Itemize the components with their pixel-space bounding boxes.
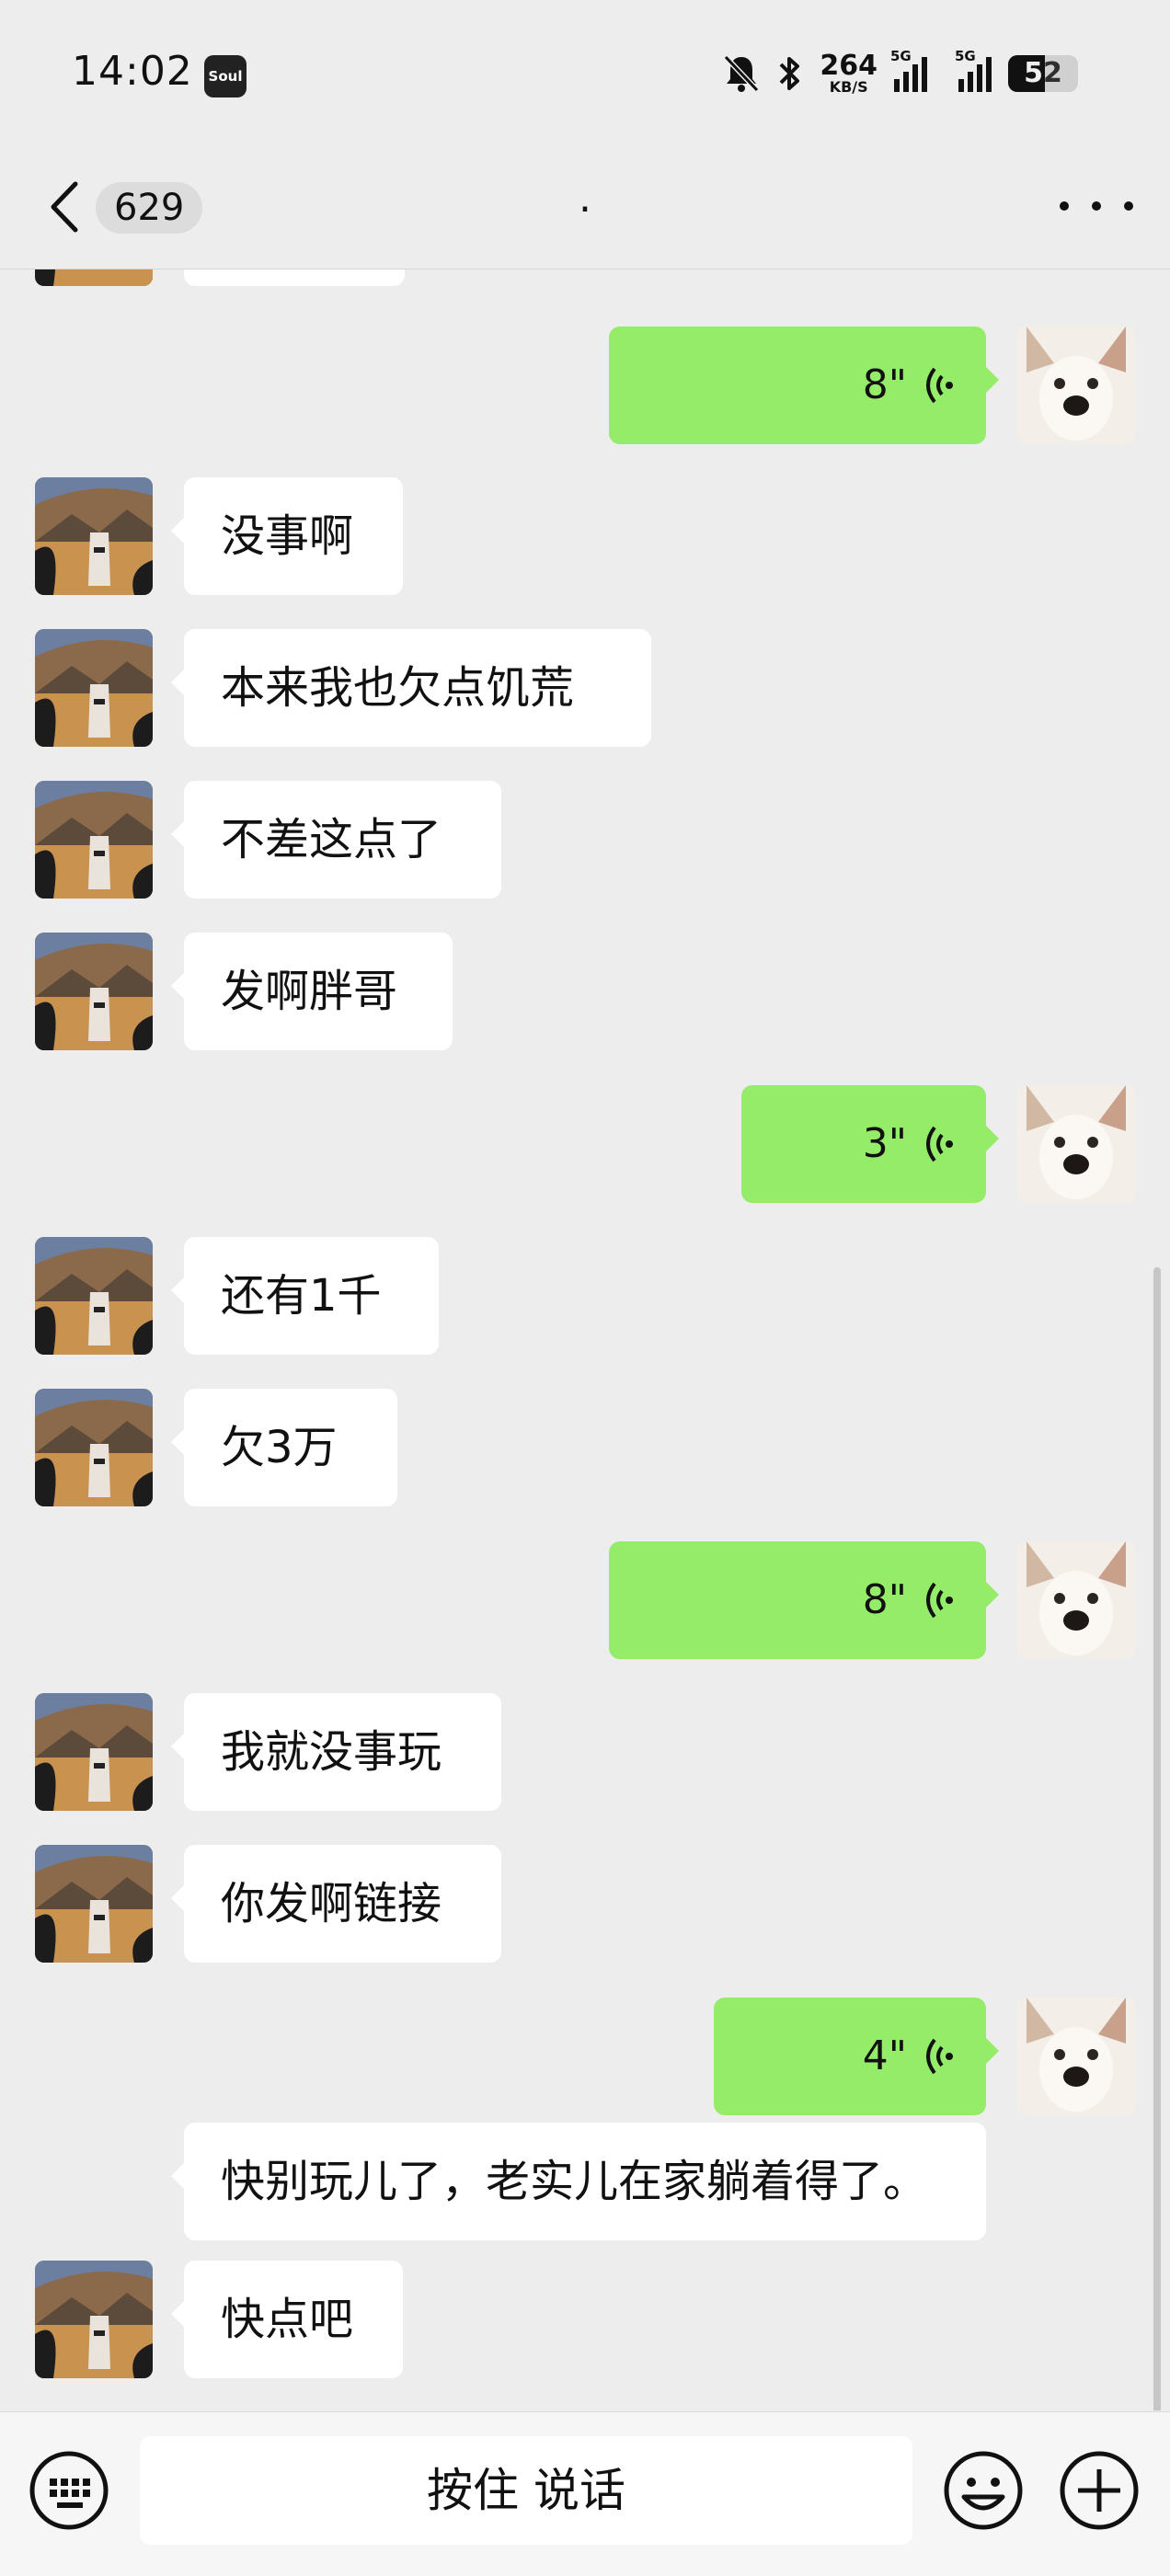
contact-avatar[interactable] — [35, 781, 153, 899]
plus-icon[interactable] — [1058, 2449, 1141, 2532]
outgoing-voice-bubble[interactable]: 3" — [741, 1085, 999, 1203]
contact-avatar[interactable] — [35, 2261, 153, 2378]
voice-duration: 4" — [862, 2032, 907, 2079]
battery-icon: 52 — [1008, 55, 1078, 92]
message-list[interactable]: 8" 没事啊本来我也欠点饥荒 不差这点了发啊胖哥 3" 还有1千欠3万 8" 我就没事玩你… — [0, 269, 1170, 2410]
more-options-icon[interactable] — [1060, 188, 1133, 224]
keyboard-icon[interactable] — [28, 2449, 110, 2532]
outgoing-voice-bubble[interactable]: 8" — [609, 1541, 999, 1659]
contact-avatar[interactable] — [35, 933, 153, 1050]
mute-bell-icon — [724, 54, 760, 93]
contact-avatar[interactable] — [35, 269, 153, 286]
contact-avatar[interactable] — [35, 1389, 153, 1506]
unread-count-badge[interactable]: 629 — [96, 182, 203, 234]
my-avatar[interactable] — [1017, 326, 1135, 444]
soul-app-icon: Soul — [204, 55, 247, 97]
incoming-message-bubble[interactable]: 没事啊 — [171, 477, 403, 595]
voice-duration: 8" — [862, 1576, 907, 1623]
contact-avatar[interactable] — [35, 1693, 153, 1811]
incoming-message-bubble[interactable]: 欠3万 — [171, 1389, 397, 1506]
emoji-icon[interactable] — [942, 2449, 1025, 2532]
incoming-message-bubble[interactable]: 快别玩儿了，老实儿在家躺着得了。 — [171, 2123, 986, 2240]
voice-wave-icon — [926, 367, 953, 404]
incoming-message-bubble[interactable]: 本来我也欠点饥荒 — [171, 629, 651, 747]
voice-wave-icon — [926, 1126, 953, 1162]
contact-avatar[interactable] — [35, 629, 153, 747]
incoming-message-bubble[interactable]: 还有1千 — [171, 1237, 439, 1355]
status-icons: 264 KB/S 5G 5G 52 — [722, 46, 1078, 101]
incoming-message-bubble[interactable]: 不差这点了 — [171, 781, 501, 899]
signal-icon: 5G — [890, 48, 927, 92]
incoming-message-bubble[interactable]: 你发啊链接 — [171, 1845, 501, 1963]
voice-duration: 3" — [862, 1120, 907, 1167]
voice-wave-icon — [926, 2038, 953, 2075]
signal-icon-2: 5G — [955, 48, 992, 92]
incoming-message-bubble[interactable] — [184, 269, 405, 286]
chat-header: 629 . — [0, 147, 1170, 269]
outgoing-voice-bubble[interactable]: 4" — [714, 1998, 999, 2115]
bluetooth-icon — [779, 57, 800, 90]
incoming-message-bubble[interactable]: 快点吧 — [171, 2261, 403, 2378]
contact-avatar[interactable] — [35, 477, 153, 595]
status-bar: 14:02 Soul 264 KB/S 5G 5G 52 — [0, 0, 1170, 147]
chat-title: . — [579, 175, 591, 222]
contact-avatar[interactable] — [35, 1845, 153, 1963]
voice-duration: 8" — [862, 361, 907, 408]
back-arrow-icon[interactable] — [37, 175, 92, 239]
voice-wave-icon — [926, 1582, 953, 1619]
hold-to-talk-button[interactable]: 按住 说话 — [140, 2436, 912, 2545]
status-time: 14:02 — [72, 48, 193, 95]
network-speed: 264 KB/S — [820, 50, 878, 96]
incoming-message-bubble[interactable]: 发啊胖哥 — [171, 933, 453, 1050]
scrollbar[interactable] — [1153, 1267, 1161, 2410]
incoming-message-bubble[interactable]: 我就没事玩 — [171, 1693, 501, 1811]
outgoing-voice-bubble[interactable]: 8" — [609, 326, 999, 444]
input-bar: 按住 说话 — [0, 2411, 1170, 2576]
my-avatar[interactable] — [1017, 1085, 1135, 1203]
my-avatar[interactable] — [1017, 1541, 1135, 1659]
my-avatar[interactable] — [1017, 1998, 1135, 2115]
contact-avatar[interactable] — [35, 1237, 153, 1355]
